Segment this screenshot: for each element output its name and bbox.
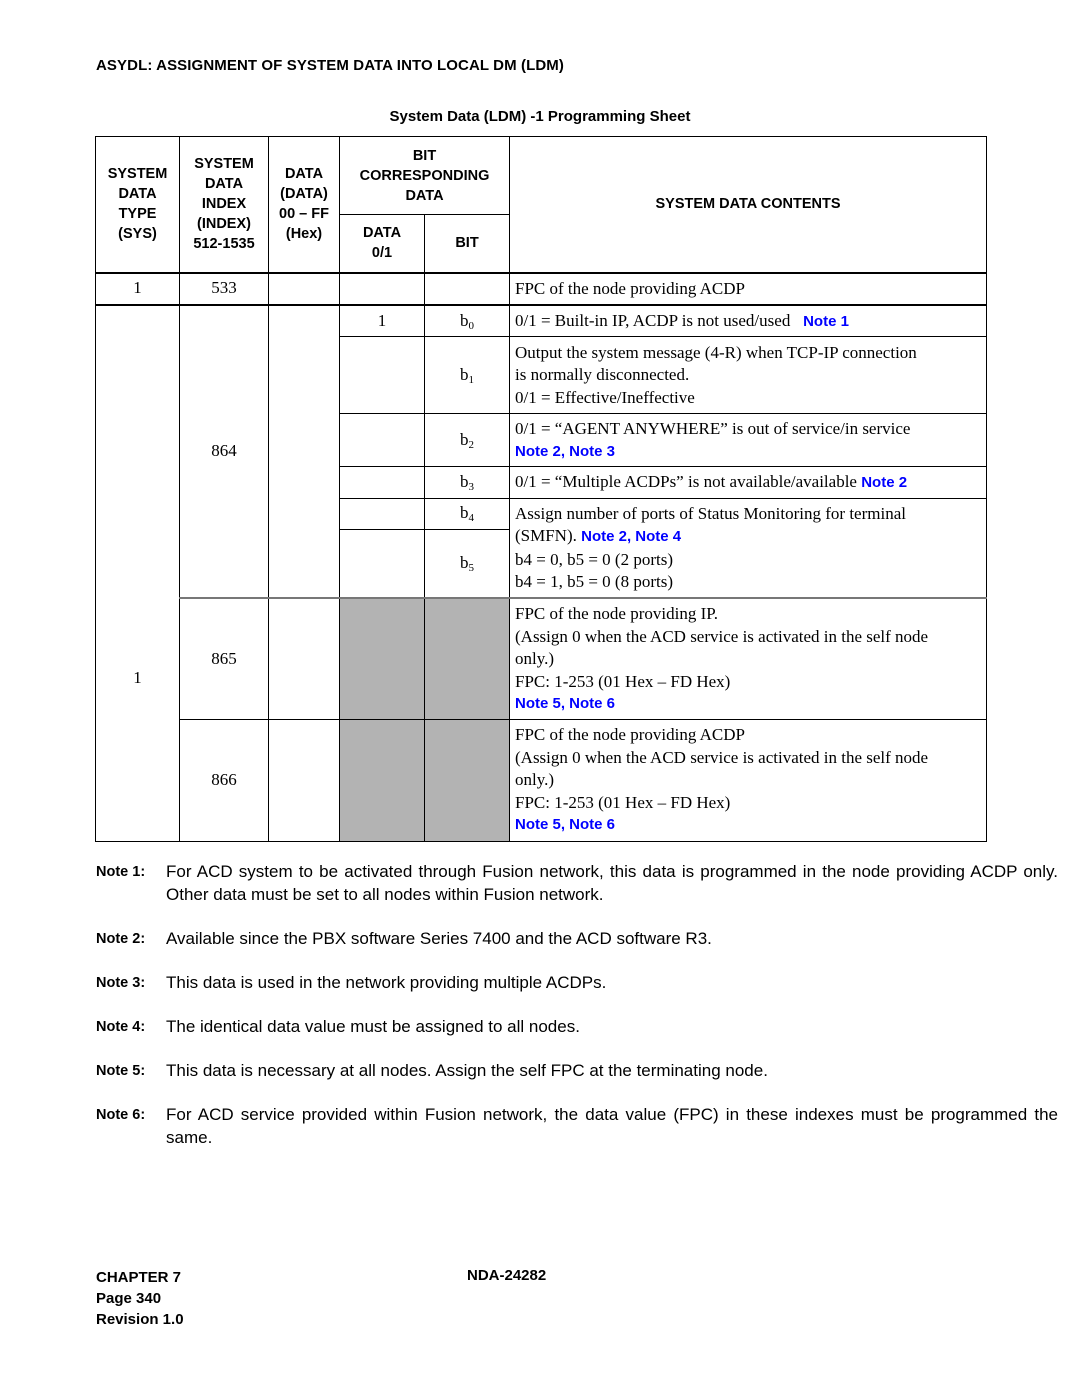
note-label: Note 3: bbox=[96, 975, 146, 991]
cell-contents: Output the system message (4-R) when TCP… bbox=[509, 336, 987, 414]
note-2-link[interactable]: Note 2 bbox=[861, 474, 907, 491]
page-heading: ASYDL: ASSIGNMENT OF SYSTEM DATA INTO LO… bbox=[96, 57, 564, 74]
note-5-6-link[interactable]: Note 5, Note 6 bbox=[515, 814, 980, 837]
cell-bit: b4 bbox=[424, 497, 510, 530]
note-1-link[interactable]: Note 1 bbox=[803, 313, 849, 330]
cell-data bbox=[268, 718, 340, 842]
header-bit-corresponding-data: BIT CORRESPONDING DATA bbox=[339, 136, 510, 215]
cell-index: 865 bbox=[179, 597, 269, 720]
note-5-6-link[interactable]: Note 5, Note 6 bbox=[515, 693, 980, 716]
note-2-4-link[interactable]: Note 2, Note 4 bbox=[581, 528, 681, 545]
table-row-865: 865 FPC of the node providing IP. (Assig… bbox=[96, 597, 987, 720]
cell-contents: 0/1 = “AGENT ANYWHERE” is out of service… bbox=[509, 413, 987, 467]
cell-bit: b1 bbox=[424, 336, 510, 414]
footer-revision: Revision 1.0 bbox=[96, 1311, 184, 1328]
table-row-864-b0: 1 864 1 b0 0/1 = Built-in IP, ACDP is no… bbox=[95, 303, 987, 842]
header-index: SYSTEM DATA INDEX (INDEX) 512-1535 bbox=[179, 136, 269, 273]
cell-contents: 0/1 = Built-in IP, ACDP is not used/used… bbox=[509, 303, 987, 337]
cell-data01: 1 bbox=[339, 303, 425, 337]
cell-bit bbox=[424, 271, 510, 305]
cell-bit: b2 bbox=[424, 413, 510, 467]
cell-bit: b5 bbox=[424, 528, 510, 599]
cell-contents: FPC of the node providing ACDP (Assign 0… bbox=[509, 718, 987, 842]
note-4: Note 4: The identical data value must be… bbox=[96, 1015, 1058, 1038]
cell-data01 bbox=[339, 336, 425, 414]
header-sys: SYSTEM DATA TYPE (SYS) bbox=[95, 136, 180, 273]
cell-index: 533 bbox=[179, 271, 269, 305]
programming-sheet-table: SYSTEM DATA TYPE (SYS) SYSTEM DATA INDEX… bbox=[95, 136, 987, 842]
notes-section: Note 1: For ACD system to be activated t… bbox=[96, 860, 1058, 1170]
note-6: Note 6: For ACD service provided within … bbox=[96, 1105, 1058, 1147]
cell-data bbox=[268, 303, 340, 599]
cell-data bbox=[268, 597, 340, 720]
sheet-title: System Data (LDM) -1 Programming Sheet bbox=[389, 108, 691, 125]
cell-sys: 1 bbox=[95, 303, 180, 842]
table-row-533: 1 533 FPC of the node providing ACDP bbox=[95, 271, 987, 305]
cell-data01 bbox=[339, 466, 425, 499]
cell-bit-shaded bbox=[424, 597, 510, 720]
cell-contents-b4-b5: Assign number of ports of Status Monitor… bbox=[509, 497, 987, 599]
page-footer: CHAPTER 7 Page 340 Revision 1.0 bbox=[96, 1267, 184, 1330]
note-label: Note 2: bbox=[96, 931, 146, 947]
cell-contents: FPC of the node providing ACDP bbox=[509, 271, 987, 305]
cell-bit: b3 bbox=[424, 466, 510, 499]
cell-data01 bbox=[339, 497, 425, 530]
table-row-866: 866 FPC of the node providing ACDP (Assi… bbox=[96, 718, 987, 842]
header-bit: BIT bbox=[424, 214, 510, 273]
header-data: DATA (DATA) 00 – FF (Hex) bbox=[268, 136, 340, 273]
note-1: Note 1: For ACD system to be activated t… bbox=[96, 862, 1058, 904]
note-2: Note 2: Available since the PBX software… bbox=[96, 927, 1058, 950]
note-3: Note 3: This data is used in the network… bbox=[96, 971, 1058, 994]
cell-bit-shaded bbox=[424, 718, 510, 842]
cell-contents: 0/1 = “Multiple ACDPs” is not available/… bbox=[509, 466, 987, 499]
cell-contents: FPC of the node providing IP. (Assign 0 … bbox=[509, 597, 987, 720]
footer-chapter: CHAPTER 7 bbox=[96, 1269, 182, 1286]
cell-data01 bbox=[339, 271, 425, 305]
cell-data bbox=[268, 271, 340, 305]
note-label: Note 4: bbox=[96, 1019, 146, 1035]
cell-data01-shaded bbox=[339, 718, 425, 842]
cell-data01 bbox=[339, 528, 425, 599]
cell-index: 866 bbox=[179, 718, 269, 842]
note-2-3-link[interactable]: Note 2, Note 3 bbox=[515, 441, 980, 464]
note-label: Note 5: bbox=[96, 1063, 146, 1079]
cell-index: 864 bbox=[179, 303, 269, 599]
note-label: Note 1: bbox=[96, 864, 146, 880]
note-5: Note 5: This data is necessary at all no… bbox=[96, 1059, 1058, 1082]
cell-data01-shaded bbox=[339, 597, 425, 720]
note-label: Note 6: bbox=[96, 1107, 146, 1123]
cell-bit: b0 bbox=[424, 303, 510, 337]
footer-doc-number: NDA-24282 bbox=[467, 1267, 547, 1284]
header-data-01: DATA 0/1 bbox=[339, 214, 425, 273]
cell-sys: 1 bbox=[95, 271, 180, 305]
cell-data01 bbox=[339, 413, 425, 467]
footer-page: Page 340 bbox=[96, 1290, 162, 1307]
header-system-data-contents: SYSTEM DATA CONTENTS bbox=[509, 136, 987, 273]
